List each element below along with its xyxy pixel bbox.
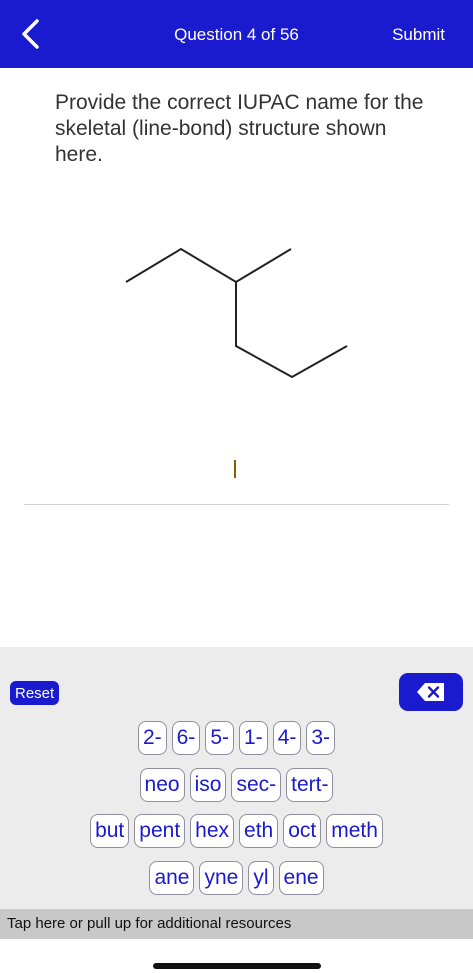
key-iso[interactable]: iso	[189, 768, 227, 802]
resources-bar[interactable]: Tap here or pull up for additional resou…	[0, 909, 473, 939]
reset-button[interactable]: Reset	[9, 680, 61, 706]
key-row-locants: 2- 6- 5- 1- 4- 3-	[0, 721, 473, 755]
key-locant-6[interactable]: 6-	[171, 721, 201, 755]
key-tert[interactable]: tert-	[286, 768, 334, 802]
key-locant-2[interactable]: 2-	[137, 721, 167, 755]
key-but[interactable]: but	[90, 814, 130, 848]
key-ane[interactable]: ane	[149, 861, 195, 895]
key-locant-3[interactable]: 3-	[306, 721, 336, 755]
skeletal-structure	[125, 247, 348, 379]
key-sec[interactable]: sec-	[231, 768, 282, 802]
backspace-icon	[417, 683, 444, 701]
key-neo[interactable]: neo	[139, 768, 185, 802]
key-eth[interactable]: eth	[239, 814, 279, 848]
question-prompt: Provide the correct IUPAC name for the s…	[55, 91, 424, 166]
key-ene[interactable]: ene	[278, 861, 324, 895]
submit-button[interactable]: Submit	[392, 25, 445, 45]
key-yl[interactable]: yl	[248, 861, 274, 895]
key-locant-4[interactable]: 4-	[272, 721, 302, 755]
key-locant-1[interactable]: 1-	[239, 721, 268, 755]
divider	[24, 504, 449, 505]
key-locant-5[interactable]: 5-	[205, 721, 234, 755]
key-yne[interactable]: yne	[199, 861, 244, 895]
key-pent[interactable]: pent	[134, 814, 186, 848]
header-bar: Question 4 of 56 Submit	[0, 0, 473, 68]
key-oct[interactable]: oct	[283, 814, 322, 848]
home-indicator[interactable]	[153, 963, 321, 969]
key-row-suffixes: ane yne yl ene	[0, 861, 473, 895]
backspace-button[interactable]	[399, 673, 463, 711]
key-row-roots: but pent hex eth oct meth	[0, 814, 473, 848]
key-meth[interactable]: meth	[326, 814, 383, 848]
key-row-prefixes: neo iso sec- tert-	[0, 768, 473, 802]
key-hex[interactable]: hex	[190, 814, 235, 848]
text-cursor	[234, 460, 236, 478]
